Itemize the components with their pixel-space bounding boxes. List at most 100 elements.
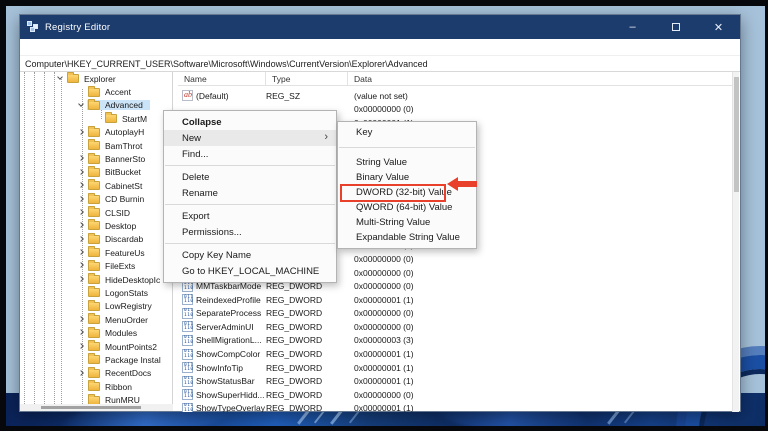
tree-chevron-icon[interactable] [77,206,87,219]
tree-chevron-icon[interactable] [77,273,87,286]
tree-item[interactable]: AutoplayH [20,125,172,139]
close-button[interactable]: ✕ [697,15,740,39]
maximize-button[interactable] [654,15,697,39]
tree-item-label: Explorer [84,73,116,84]
tree-chevron-icon[interactable] [77,380,87,393]
registry-value-row[interactable]: ShowInfoTip REG_DWORD 0x00000001 (1) [178,361,734,375]
tree-item[interactable]: BamThrot [20,139,172,152]
list-vertical-scrollbar[interactable] [732,72,739,412]
submenu-item[interactable]: QWORD (64-bit) Value [338,200,476,215]
tree-item[interactable]: BannerSto [20,152,172,165]
tree-item[interactable]: StartM [20,112,172,125]
tree-item[interactable]: Discardab [20,232,172,246]
submenu-item[interactable]: String Value [338,155,476,170]
registry-value-row[interactable]: ShowCompColor REG_DWORD 0x00000001 (1) [178,347,734,361]
folder-icon [88,98,100,110]
tree-chevron-icon[interactable] [77,353,87,366]
tree-item[interactable]: BitBucket [20,165,172,179]
tree-chevron-icon[interactable] [56,72,66,85]
context-menu-item[interactable]: New [164,130,336,146]
list-scrollbar-thumb[interactable] [734,77,739,192]
tree-item[interactable]: Desktop [20,219,172,232]
tree-chevron-icon[interactable] [77,340,87,353]
tree-item[interactable]: CLSID [20,206,172,219]
tree-chevron-icon[interactable] [77,126,87,139]
context-menu-item[interactable]: Export [164,208,336,224]
tree-chevron-icon[interactable] [77,179,87,192]
tree-item[interactable]: MenuOrder [20,313,172,326]
column-header-data[interactable]: Data [348,72,734,85]
tree-chevron-icon[interactable] [77,393,87,404]
context-menu-item[interactable]: Permissions... [164,224,336,240]
registry-value-row[interactable]: ShellMigrationL... REG_DWORD 0x00000003 … [178,334,734,348]
tree-item[interactable]: Accent [20,85,172,98]
context-menu-item[interactable]: Copy Key Name [164,247,336,263]
registry-value-row[interactable]: ReindexedProfile REG_DWORD 0x00000001 (1… [178,293,734,307]
tree-item[interactable]: LowRegistry [20,299,172,313]
tree-item[interactable]: FeatureUs [20,246,172,259]
tree-item[interactable]: CD Burnin [20,192,172,206]
tree-chevron-icon[interactable] [77,152,87,165]
context-menu-item[interactable]: Go to HKEY_LOCAL_MACHINE [164,263,336,279]
column-header-name[interactable]: Name [178,72,266,85]
tree-chevron-icon[interactable] [77,139,87,152]
context-menu-item[interactable]: Find... [164,146,336,162]
submenu-item[interactable]: Multi-String Value [338,215,476,230]
value-type: REG_DWORD [266,335,323,346]
folder-icon [88,259,100,271]
tree-item[interactable]: HideDesktopIc [20,273,172,286]
registry-value-row[interactable]: (Default) REG_SZ (value not set) [178,89,734,103]
tree-item-label: BannerSto [105,154,146,165]
minimize-button[interactable]: – [611,15,654,39]
tree-item[interactable]: Modules [20,326,172,339]
address-bar[interactable]: Computer\HKEY_CURRENT_USER\Software\Micr… [20,56,740,72]
tree-item[interactable]: CabinetSt [20,179,172,192]
registry-value-row[interactable]: ShowSuperHidd... REG_DWORD 0x00000000 (0… [178,388,734,402]
tree-chevron-icon[interactable] [77,313,87,326]
context-menu-item[interactable] [164,240,336,247]
tree-chevron-icon[interactable] [77,219,87,232]
context-menu-item[interactable] [164,201,336,208]
tree-chevron-icon[interactable] [77,326,87,339]
tree-chevron-icon[interactable] [77,166,87,179]
tree-chevron-icon[interactable] [77,99,87,112]
tree-item-label: AutoplayH [105,127,145,138]
value-type: REG_DWORD [266,403,323,412]
titlebar[interactable]: Registry Editor – ✕ [20,15,740,39]
submenu-item[interactable] [338,140,476,155]
tree-chevron-icon[interactable] [77,367,87,380]
registry-value-row[interactable]: ShowStatusBar REG_DWORD 0x00000001 (1) [178,374,734,388]
tree-item[interactable]: Ribbon [20,380,172,393]
context-menu-item[interactable]: Delete [164,169,336,185]
tree-chevron-icon[interactable] [77,300,87,313]
annotation-arrow-shaft [457,181,477,187]
tree-item[interactable]: Package Instal [20,353,172,366]
tree-item[interactable]: LogonStats [20,286,172,299]
tree-scrollbar-thumb[interactable] [41,406,141,409]
registry-value-row[interactable]: ServerAdminUI REG_DWORD 0x00000000 (0) [178,320,734,334]
folder-icon [88,273,100,285]
tree-chevron-icon[interactable] [77,246,87,259]
tree-chevron-icon[interactable] [77,286,87,299]
registry-value-row[interactable]: ShowTypeOverlay REG_DWORD 0x00000001 (1) [178,402,734,412]
tree-item[interactable]: MountPoints2 [20,340,172,353]
tree-chevron-icon[interactable] [77,193,87,206]
context-menu-item[interactable]: Rename [164,185,336,201]
tree-item[interactable]: Explorer [20,72,172,85]
tree-item[interactable]: FileExts [20,259,172,272]
submenu-item[interactable]: Key [338,125,476,140]
tree-chevron-icon[interactable] [77,259,87,272]
registry-value-row[interactable]: SeparateProcess REG_DWORD 0x00000000 (0) [178,307,734,321]
folder-icon [88,393,100,404]
tree-chevron-icon[interactable] [77,85,87,98]
value-data: 0x00000001 (1) [354,403,414,412]
context-menu-item[interactable] [164,162,336,169]
context-menu-item[interactable]: Collapse [164,114,336,130]
tree-item[interactable]: RunMRU [20,393,172,404]
tree-item[interactable]: Advanced [20,98,172,112]
tree-chevron-icon[interactable] [77,233,87,246]
column-header-type[interactable]: Type [266,72,348,85]
submenu-item[interactable]: Expandable String Value [338,230,476,245]
tree-horizontal-scrollbar[interactable] [20,404,173,411]
tree-item[interactable]: RecentDocs [20,366,172,380]
